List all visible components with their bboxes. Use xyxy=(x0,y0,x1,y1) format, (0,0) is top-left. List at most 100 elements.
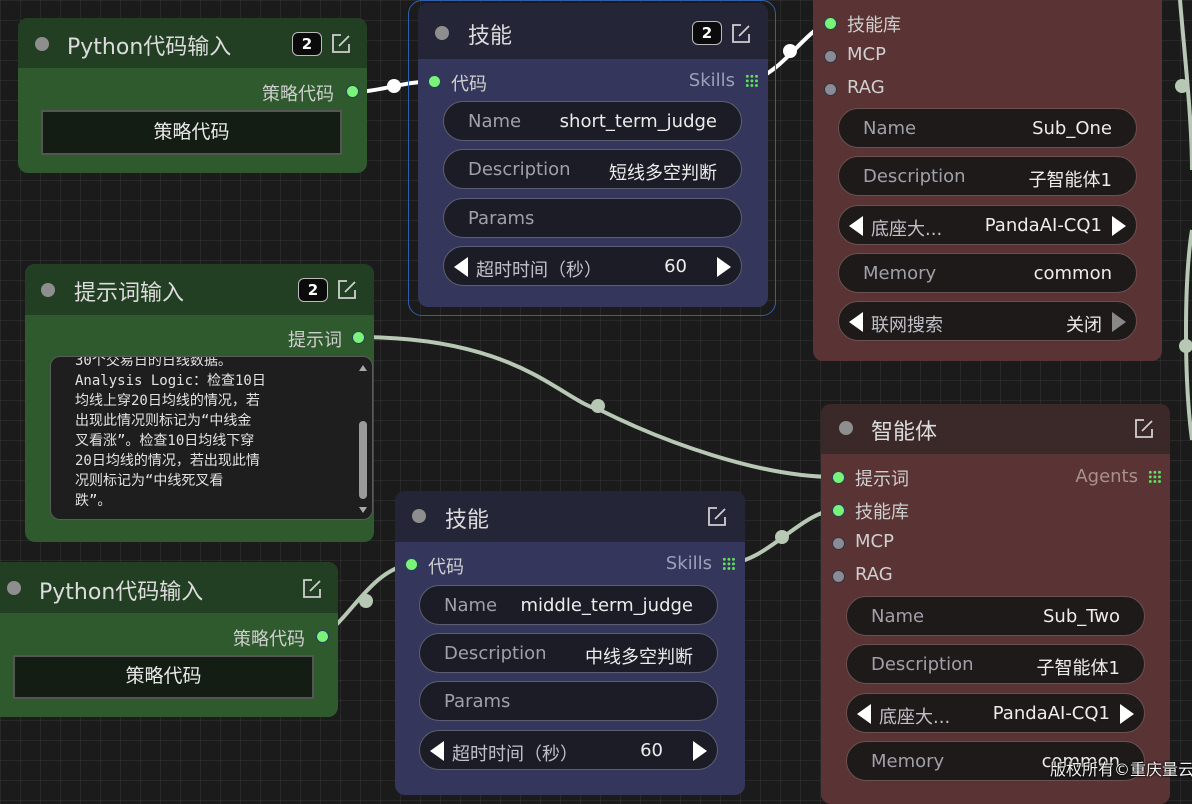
wire-right-edge-2 xyxy=(1184,229,1192,441)
name-field[interactable]: Name Sub_One xyxy=(838,108,1137,148)
timeout-stepper[interactable]: 超时时间（秒） 60 xyxy=(443,246,742,286)
edit-icon[interactable] xyxy=(706,506,728,528)
python-input-node-2[interactable]: Python代码输入 策略代码 策略代码 xyxy=(0,562,338,717)
field-value: common xyxy=(1033,263,1112,284)
node-header[interactable]: 技能 2 xyxy=(418,3,768,59)
strategy-code-button[interactable]: 策略代码 xyxy=(13,655,314,699)
output-port[interactable] xyxy=(352,331,365,344)
skill-node-1[interactable]: 技能 2 代码 Skills Name short_term_judge Des… xyxy=(418,3,768,307)
web-search-toggle[interactable]: 联网搜索 关闭 xyxy=(838,301,1137,341)
prompt-input-node[interactable]: 提示词输入 2 提示词 30个交易日的日线数据。 Analysis Logic：… xyxy=(25,264,374,542)
node-title: 智能体 xyxy=(871,420,938,445)
input-port-skill-library[interactable] xyxy=(824,17,837,30)
description-field[interactable]: Description 子智能体1 xyxy=(838,156,1137,196)
increment-arrow-icon[interactable] xyxy=(693,741,707,761)
scroll-up-arrow[interactable] xyxy=(359,365,367,371)
edit-icon[interactable] xyxy=(301,578,323,600)
field-label: Name xyxy=(444,595,498,616)
field-label: Memory xyxy=(871,751,945,772)
params-field[interactable]: Params xyxy=(443,198,742,238)
field-value: 子智能体1 xyxy=(1028,170,1112,191)
base-model-select[interactable]: 底座大... PandaAI-CQ1 xyxy=(838,205,1137,245)
agents-output-port-icon[interactable] xyxy=(1148,470,1162,484)
input-port-rag[interactable] xyxy=(832,570,845,583)
node-title: 提示词输入 xyxy=(74,281,185,306)
node-header[interactable]: 提示词输入 2 xyxy=(25,264,374,315)
collapse-dot[interactable] xyxy=(412,509,426,523)
agent-node-2[interactable]: 智能体 提示词 Agents 技能库 MCP RAG Name Sub_Two … xyxy=(821,404,1170,804)
next-arrow-icon[interactable] xyxy=(1120,704,1134,724)
collapse-dot[interactable] xyxy=(435,26,449,40)
node-title: Python代码输入 xyxy=(67,35,232,60)
params-field[interactable]: Params xyxy=(419,681,718,721)
edit-icon[interactable] xyxy=(730,23,752,45)
base-model-select[interactable]: 底座大... PandaAI-CQ1 xyxy=(846,693,1145,733)
collapse-dot[interactable] xyxy=(7,581,21,595)
wire-node-handle xyxy=(387,79,401,93)
prev-arrow-icon[interactable] xyxy=(849,312,863,332)
field-value: 子智能体1 xyxy=(1036,658,1120,679)
field-value: 60 xyxy=(664,256,687,277)
edit-icon[interactable] xyxy=(1133,418,1155,440)
prev-arrow-icon[interactable] xyxy=(849,216,863,236)
input-port-prompt[interactable] xyxy=(832,471,845,484)
prompt-textarea[interactable]: 30个交易日的日线数据。 Analysis Logic：检查10日 均线上穿20… xyxy=(50,356,373,520)
field-value: middle_term_judge xyxy=(520,595,693,616)
memory-field[interactable]: Memory common xyxy=(838,253,1137,293)
field-value: Sub_Two xyxy=(1042,606,1120,627)
field-value: 短线多空判断 xyxy=(609,163,717,184)
field-label: 超时时间（秒） xyxy=(452,744,578,765)
collapse-dot[interactable] xyxy=(35,37,49,51)
skills-output-port-icon[interactable] xyxy=(745,74,759,88)
collapse-dot[interactable] xyxy=(839,421,853,435)
node-header[interactable]: Python代码输入 xyxy=(0,562,338,613)
input-port-mcp[interactable] xyxy=(832,537,845,550)
skills-output-port-icon[interactable] xyxy=(722,557,736,571)
input-label: RAG xyxy=(855,564,893,585)
edit-icon[interactable] xyxy=(336,279,358,301)
node-header[interactable]: 智能体 xyxy=(821,404,1170,454)
input-port-rag[interactable] xyxy=(824,83,837,96)
input-port-code[interactable] xyxy=(428,75,441,88)
python-input-node-1[interactable]: Python代码输入 2 策略代码 策略代码 xyxy=(18,18,367,173)
output-port[interactable] xyxy=(316,630,329,643)
next-arrow-icon[interactable] xyxy=(1112,216,1126,236)
output-label: 提示词 xyxy=(288,330,342,351)
edit-icon[interactable] xyxy=(330,33,352,55)
input-port-skill-library[interactable] xyxy=(832,504,845,517)
input-label: 技能库 xyxy=(847,15,901,36)
decrement-arrow-icon[interactable] xyxy=(430,741,444,761)
wire-node-handle xyxy=(591,399,605,413)
wire-node-handle xyxy=(1175,79,1189,93)
node-header[interactable]: 技能 xyxy=(395,491,745,542)
name-field[interactable]: Name middle_term_judge xyxy=(419,585,718,625)
field-value: Sub_One xyxy=(1032,118,1112,139)
description-field[interactable]: Description 子智能体1 xyxy=(846,644,1145,684)
strategy-code-button[interactable]: 策略代码 xyxy=(41,110,342,155)
skill-node-2[interactable]: 技能 代码 Skills Name middle_term_judge Desc… xyxy=(395,491,745,795)
timeout-stepper[interactable]: 超时时间（秒） 60 xyxy=(419,730,718,770)
description-field[interactable]: Description 中线多空判断 xyxy=(419,633,718,673)
field-label: 联网搜索 xyxy=(871,315,943,336)
scroll-down-arrow[interactable] xyxy=(359,507,367,513)
input-label: 技能库 xyxy=(855,502,909,523)
field-label: Description xyxy=(468,159,571,180)
description-field[interactable]: Description 短线多空判断 xyxy=(443,149,742,189)
field-value: short_term_judge xyxy=(559,111,717,132)
collapse-dot[interactable] xyxy=(41,283,55,297)
input-port-code[interactable] xyxy=(405,558,418,571)
agent-node-1[interactable]: 技能库 MCP RAG Name Sub_One Description 子智能… xyxy=(813,0,1162,361)
node-header[interactable]: Python代码输入 2 xyxy=(18,18,367,68)
input-label: 代码 xyxy=(451,74,487,95)
prev-arrow-icon[interactable] xyxy=(857,704,871,724)
output-port[interactable] xyxy=(346,85,359,98)
next-arrow-icon[interactable] xyxy=(1112,312,1126,332)
name-field[interactable]: Name Sub_Two xyxy=(846,596,1145,636)
scrollbar-thumb[interactable] xyxy=(359,421,367,499)
decrement-arrow-icon[interactable] xyxy=(454,257,468,277)
output-label: Skills xyxy=(688,70,735,91)
name-field[interactable]: Name short_term_judge xyxy=(443,101,742,141)
prompt-text[interactable]: 30个交易日的日线数据。 Analysis Logic：检查10日 均线上穿20… xyxy=(75,357,266,511)
input-port-mcp[interactable] xyxy=(824,50,837,63)
increment-arrow-icon[interactable] xyxy=(717,257,731,277)
